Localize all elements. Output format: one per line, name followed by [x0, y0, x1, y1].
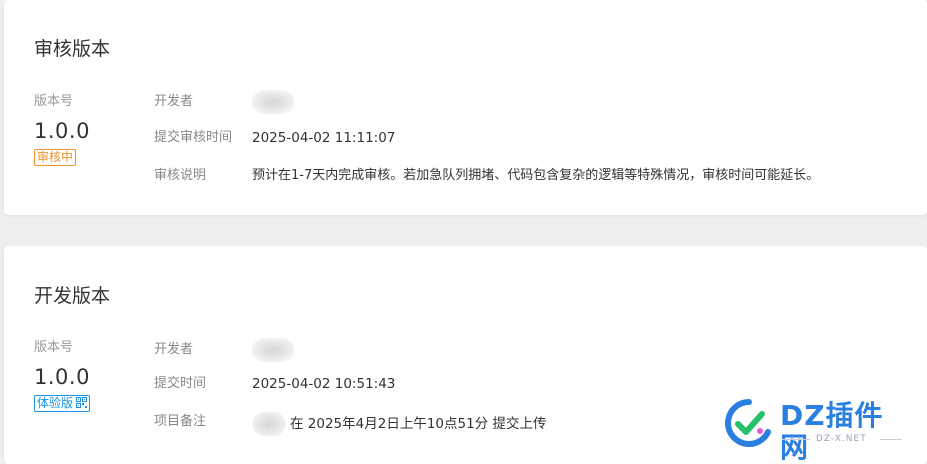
qrcode-icon — [76, 397, 88, 408]
review-note-value: 预计在1-7天内完成审核。若加急队列拥堵、代码包含复杂的逻辑等特殊情况，审核时间… — [252, 168, 820, 183]
review-status-badge: 审核中 — [34, 149, 77, 166]
review-developer-label: 开发者 — [154, 94, 194, 109]
dev-submit-time-label: 提交时间 — [154, 376, 207, 391]
watermark-url: DZ-X.NET — [816, 434, 867, 444]
dev-section-title: 开发版本 — [34, 285, 111, 307]
review-version-card: 审核版本 版本号 1.0.0 审核中 开发者 提交审核时间 2025-04-02… — [4, 0, 927, 215]
trial-version-button[interactable]: 体验版 — [34, 395, 91, 412]
watermark-brand: DZ插件网 — [780, 399, 884, 464]
review-version-number: 1.0.0 — [34, 119, 90, 143]
dev-version-block: 版本号 1.0.0 体验版 — [34, 340, 91, 412]
dev-version-label: 版本号 — [34, 340, 74, 355]
dev-submit-time-value: 2025-04-02 10:51:43 — [252, 376, 396, 392]
dev-remark-label: 项目备注 — [154, 414, 207, 429]
dev-remark-value-wrap: 在 2025年4月2日上午10点51分 提交上传 — [252, 412, 546, 436]
review-version-label: 版本号 — [34, 94, 74, 109]
review-submit-time-label: 提交审核时间 — [154, 130, 233, 145]
review-version-block: 版本号 1.0.0 审核中 — [34, 94, 90, 166]
review-section-title: 审核版本 — [34, 38, 111, 60]
dev-developer-avatar — [252, 338, 294, 362]
watermark-logo-icon — [725, 399, 771, 447]
dev-developer-label: 开发者 — [154, 342, 194, 357]
watermark: DZ插件网 DZ-X.NET — [724, 398, 909, 464]
review-developer-avatar — [252, 90, 294, 114]
dev-remark-value: 在 2025年4月2日上午10点51分 提交上传 — [290, 416, 547, 432]
review-submit-time-value: 2025-04-02 11:11:07 — [252, 130, 396, 146]
trial-version-label: 体验版 — [37, 396, 74, 410]
dev-remark-avatar — [252, 412, 286, 436]
review-note-label: 审核说明 — [154, 168, 207, 183]
dev-version-number: 1.0.0 — [34, 365, 90, 389]
dev-version-card: 开发版本 版本号 1.0.0 体验版 开发者 提交时间 2025-04-02 1… — [4, 246, 927, 464]
